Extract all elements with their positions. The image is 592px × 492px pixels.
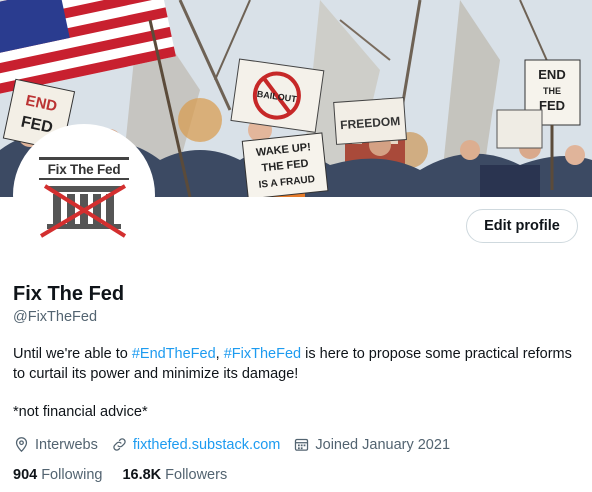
website-link[interactable]: fixthefed.substack.com bbox=[133, 437, 281, 453]
profile-stats: 904 Following 16.8K Followers bbox=[13, 467, 247, 483]
website-item[interactable]: fixthefed.substack.com bbox=[111, 436, 281, 453]
profile-disclaimer: *not financial advice* bbox=[13, 404, 148, 420]
location-text: Interwebs bbox=[35, 436, 98, 453]
banner-sign-end: END bbox=[538, 67, 565, 82]
location-item: Interwebs bbox=[13, 436, 98, 453]
following-link[interactable]: 904 Following bbox=[13, 467, 102, 483]
following-count: 904 bbox=[13, 467, 38, 483]
banner-sign-the: THE bbox=[543, 86, 561, 96]
fed-building-crossed-icon bbox=[17, 128, 151, 262]
calendar-icon bbox=[295, 438, 309, 451]
bio-text-2: , bbox=[215, 346, 224, 362]
followers-label: Followers bbox=[165, 467, 228, 483]
profile-handle: @FixTheFed bbox=[13, 309, 98, 325]
following-label: Following bbox=[41, 467, 103, 483]
location-pin-icon bbox=[15, 437, 28, 453]
followers-link[interactable]: 16.8K Followers bbox=[122, 467, 227, 483]
hashtag-fix-the-fed[interactable]: #FixTheFed bbox=[224, 346, 301, 362]
avatar-label: Fix The Fed bbox=[47, 162, 121, 177]
profile-avatar[interactable]: Fix The Fed bbox=[13, 124, 155, 266]
joined-item: Joined January 2021 bbox=[293, 436, 450, 453]
hashtag-end-the-fed[interactable]: #EndTheFed bbox=[132, 346, 216, 362]
bio-text-1: Until we're able to bbox=[13, 346, 132, 362]
followers-count: 16.8K bbox=[122, 467, 162, 483]
profile-display-name: Fix The Fed bbox=[13, 283, 125, 305]
banner-sign-fed: FED bbox=[539, 98, 565, 113]
edit-profile-button[interactable]: Edit profile bbox=[466, 209, 578, 243]
profile-bio: Until we're able to #EndTheFed, #FixTheF… bbox=[13, 344, 579, 384]
profile-meta-row: Interwebs fixthefed.substack.com Joined … bbox=[13, 436, 463, 453]
link-icon bbox=[113, 438, 126, 451]
joined-text: Joined January 2021 bbox=[315, 436, 451, 453]
